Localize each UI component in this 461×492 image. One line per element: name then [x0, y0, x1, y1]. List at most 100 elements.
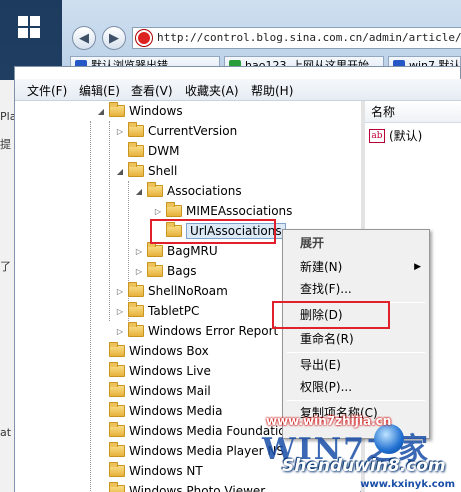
site-favicon-icon	[136, 30, 152, 46]
tree-node[interactable]: ▷ Windows Error Report	[114, 321, 278, 341]
context-menu-item-label: 导出(E)	[300, 358, 341, 372]
tree-node-label: Bags	[167, 264, 197, 278]
collapsed-arrow-icon[interactable]: ▷	[114, 307, 126, 316]
folder-icon	[128, 122, 144, 137]
tree-node[interactable]: DWM	[114, 141, 179, 161]
collapsed-arrow-icon[interactable]: ▷	[133, 267, 145, 276]
tree-node-label: DWM	[148, 144, 180, 158]
tree-node[interactable]: ▷ MIMEAssociations	[152, 201, 292, 221]
expanded-arrow-icon[interactable]: ◢	[95, 107, 107, 116]
tree-node[interactable]: ▷ TabletPC	[114, 301, 199, 321]
tree-node-label: Windows Media	[129, 404, 223, 418]
menu-edit[interactable]: 编辑(E)	[79, 82, 120, 99]
tree-node[interactable]: ◢ Shell	[114, 161, 177, 181]
folder-icon	[109, 422, 125, 437]
folder-icon	[128, 142, 144, 157]
windows-start-icon[interactable]	[18, 16, 40, 38]
expanded-arrow-icon[interactable]: ◢	[114, 167, 126, 176]
menu-separator	[287, 400, 425, 401]
tree-node-label: Windows Error Report	[148, 324, 279, 338]
folder-icon	[147, 242, 163, 257]
tree-node-label: MIMEAssociations	[186, 204, 293, 218]
context-menu-item-label: 权限(P)...	[300, 380, 353, 394]
tree-node-label: Windows Box	[129, 344, 209, 358]
folder-icon	[128, 282, 144, 297]
menu-view[interactable]: 查看(V)	[131, 82, 173, 99]
submenu-arrow-icon: ▶	[414, 262, 421, 272]
watermark-url: www.win7zhijia.cn	[266, 414, 392, 428]
tree-node-label: CurrentVersion	[148, 124, 238, 138]
page-background: Pla 提 了 at	[0, 80, 16, 492]
collapsed-arrow-icon[interactable]: ▷	[152, 207, 164, 216]
folder-icon	[109, 442, 125, 457]
tree-node[interactable]: Windows Media Player NS	[95, 441, 284, 461]
folder-icon	[109, 482, 125, 492]
highlight-box-delete	[272, 301, 390, 329]
watermark: WIN7之家 www.win7zhijia.cn Shenduwin8.com …	[262, 414, 461, 492]
column-name-header[interactable]: 名称	[365, 101, 461, 123]
context-menu-item[interactable]: 导出(E)	[283, 354, 429, 376]
string-value-icon: ab	[369, 128, 385, 143]
tree-node-label: Associations	[167, 184, 242, 198]
tree-node-label: ShellNoRoam	[148, 284, 228, 298]
tree-guide	[90, 121, 91, 492]
tree-node[interactable]: Windows Live	[95, 361, 211, 381]
folder-icon	[109, 382, 125, 397]
tree-node-label: Windows	[129, 104, 183, 118]
collapsed-arrow-icon[interactable]: ▷	[114, 127, 126, 136]
tree-node[interactable]: Windows Media Foundatio	[95, 421, 286, 441]
tree-node-label: BagMRU	[167, 244, 218, 258]
folder-icon	[109, 402, 125, 417]
tree-node[interactable]: Windows NT	[95, 461, 203, 481]
collapsed-arrow-icon[interactable]: ▷	[133, 247, 145, 256]
tree-node[interactable]: Windows Photo Viewer	[95, 481, 265, 492]
context-menu-item[interactable]: 查找(F)...	[283, 278, 429, 300]
expanded-arrow-icon[interactable]: ◢	[133, 187, 145, 196]
tree-node[interactable]: ◢ Associations	[133, 181, 242, 201]
folder-icon	[128, 322, 144, 337]
tree-node-label: Windows Live	[129, 364, 211, 378]
tree-node-label: Shell	[148, 164, 178, 178]
context-menu-item-label: 展开	[300, 236, 325, 250]
tree-node-label: Windows NT	[129, 464, 203, 478]
tree-node-label: TabletPC	[148, 304, 200, 318]
context-menu-item[interactable]: 新建(N) ▶	[283, 256, 429, 278]
menu-help[interactable]: 帮助(H)	[251, 82, 293, 99]
tree-node[interactable]: Windows Media	[95, 401, 222, 421]
collapsed-arrow-icon[interactable]: ▷	[114, 327, 126, 336]
tree-node-label: Windows Mail	[129, 384, 211, 398]
context-menu-item[interactable]: 重命名(R)	[283, 328, 429, 350]
folder-icon	[128, 302, 144, 317]
menu-file[interactable]: 文件(F)	[27, 82, 67, 99]
address-text: http://control.blog.sina.com.cn/admin/ar…	[157, 31, 461, 44]
tree-node[interactable]: Windows Mail	[95, 381, 211, 401]
watermark-site: Shenduwin8.com	[282, 456, 446, 476]
collapsed-arrow-icon[interactable]: ▷	[114, 287, 126, 296]
tree-node-label: Windows Media Player NS	[129, 444, 284, 458]
tree-node-label: Windows Photo Viewer	[129, 484, 266, 492]
forward-button[interactable]: ▶	[102, 26, 126, 50]
folder-icon	[147, 262, 163, 277]
menu-separator	[287, 352, 425, 353]
context-menu-item[interactable]: 展开	[283, 232, 429, 254]
tree-node[interactable]: Windows Box	[95, 341, 209, 361]
tree-node[interactable]: ▷ CurrentVersion	[114, 121, 237, 141]
context-menu-item-label: 查找(F)...	[300, 282, 352, 296]
folder-icon	[166, 202, 182, 217]
folder-icon	[128, 162, 144, 177]
context-menu: 展开 新建(N) ▶ 查找(F)... 删除(D) 重命名(R) 导出(E) 权限(P)...…	[282, 229, 430, 439]
context-menu-item-label: 新建(N)	[300, 260, 343, 274]
highlight-box-urlassociations	[150, 219, 276, 244]
tree-node[interactable]: ▷ Bags	[133, 261, 196, 281]
watermark-sub: www.kxinyk.com	[360, 479, 455, 490]
address-bar[interactable]: http://control.blog.sina.com.cn/admin/ar…	[132, 27, 461, 49]
windows-orb-icon	[374, 424, 404, 454]
value-row-default[interactable]: ab (默认)	[369, 127, 422, 144]
menu-favorites[interactable]: 收藏夹(A)	[185, 82, 239, 99]
tree-guide	[109, 121, 110, 321]
back-button[interactable]: ◀	[72, 26, 96, 50]
context-menu-item[interactable]: 权限(P)...	[283, 376, 429, 398]
tree-node[interactable]: ◢ Windows	[95, 101, 183, 121]
tree-node[interactable]: ▷ BagMRU	[133, 241, 218, 261]
tree-node[interactable]: ▷ ShellNoRoam	[114, 281, 228, 301]
